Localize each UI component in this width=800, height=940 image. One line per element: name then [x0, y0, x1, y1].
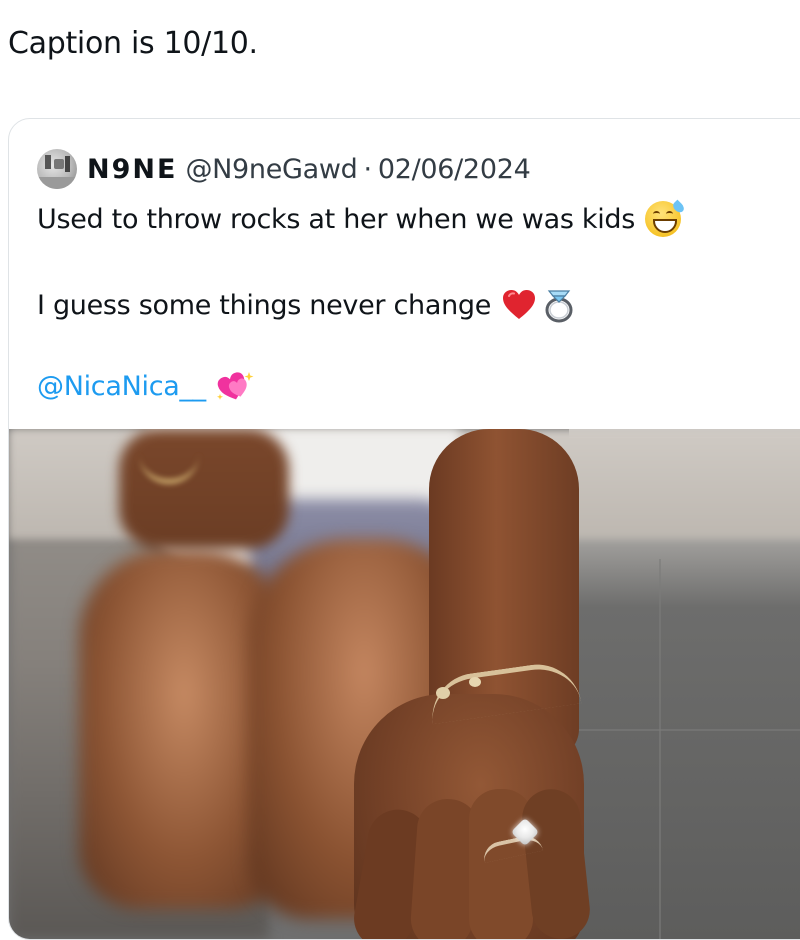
quoted-tweet-card[interactable]: N9NE @N9neGawd · 02/06/2024 Used to thro… — [8, 118, 800, 940]
mention-link[interactable]: @NicaNica__ — [37, 371, 206, 402]
author-avatar[interactable] — [37, 149, 77, 189]
author-display-name[interactable]: N9NE — [87, 154, 177, 185]
tweet-text-line-2: I guess some things never change — [37, 287, 577, 323]
tweet-text-line-1: Used to throw rocks at her when we was k… — [37, 199, 686, 237]
ring-icon — [543, 287, 577, 323]
tweet-text-line-3: @NicaNica__ — [37, 369, 256, 403]
post-caption: Caption is 10/10. — [8, 26, 258, 61]
tweet-photo[interactable] — [9, 429, 800, 939]
sparkling-heart-icon — [216, 369, 256, 403]
tweet-text: Used to throw rocks at her when we was k… — [37, 203, 636, 235]
tweet-date[interactable]: 02/06/2024 — [378, 154, 531, 185]
red-heart-icon — [501, 287, 537, 323]
tweet-text: I guess some things never change — [37, 289, 492, 321]
quoted-tweet-header: N9NE @N9neGawd · 02/06/2024 — [37, 147, 531, 191]
separator-dot: · — [363, 153, 373, 185]
author-handle[interactable]: @N9neGawd — [185, 154, 357, 185]
grinning-face-with-sweat-icon — [645, 199, 686, 237]
